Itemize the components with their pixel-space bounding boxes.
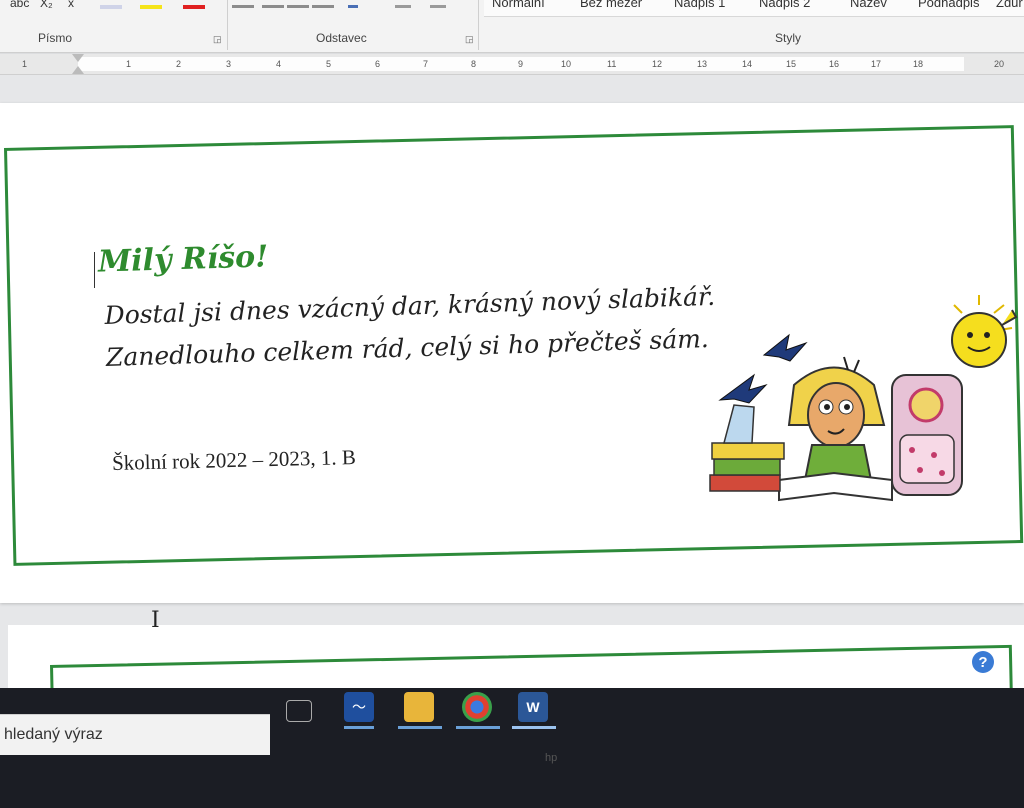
style-normal[interactable]: Normální <box>492 0 545 10</box>
shading-icon[interactable] <box>395 5 411 8</box>
font-dialog-launcher-icon[interactable]: ◲ <box>213 34 222 45</box>
ruler-tick: 12 <box>652 59 663 69</box>
chrome-running-indicator <box>456 726 500 729</box>
style-emphasis[interactable]: Zdůr <box>996 0 1023 10</box>
ruler-tick: 10 <box>561 59 572 69</box>
text-cursor <box>94 252 95 288</box>
style-no-spacing[interactable]: Bez mezer <box>580 0 642 10</box>
chrome-icon[interactable] <box>462 692 492 722</box>
ruler-tick: 1 <box>22 59 28 69</box>
book-stack-icon <box>709 404 785 492</box>
ruler-tick: 15 <box>786 59 797 69</box>
word-running-indicator <box>512 726 556 729</box>
backpack-icon <box>891 374 963 496</box>
ruler-tick: 3 <box>226 59 232 69</box>
style-heading-1[interactable]: Nadpis 1 <box>674 0 725 10</box>
file-explorer-icon[interactable] <box>404 692 434 722</box>
mouse-ibeam-cursor-icon: I <box>151 608 160 633</box>
ribbon-separator <box>227 0 228 50</box>
task-view-icon[interactable] <box>286 700 312 722</box>
hp-logo-icon: hp <box>545 752 558 764</box>
first-line-indent-marker[interactable] <box>72 54 84 62</box>
ruler-tick: 18 <box>913 59 924 69</box>
paragraph-dialog-launcher-icon[interactable]: ◲ <box>465 34 474 45</box>
ruler-tick: 6 <box>375 59 381 69</box>
ruler-tick: 13 <box>697 59 708 69</box>
line-spacing-icon[interactable] <box>348 5 358 8</box>
text-effect-icon[interactable] <box>100 5 122 9</box>
align-right-icon[interactable] <box>287 5 309 8</box>
strikethrough-icon[interactable]: abc <box>10 0 29 10</box>
edge-running-indicator <box>344 726 374 729</box>
font-color-icon[interactable] <box>183 5 205 9</box>
ruler-tick: 11 <box>607 59 617 69</box>
font-tools: abc X₂ x <box>0 0 480 14</box>
align-center-icon[interactable] <box>262 5 284 8</box>
clear-format-button[interactable]: x <box>68 0 74 10</box>
search-placeholder: hledaný výraz <box>4 726 103 743</box>
ribbon-separator <box>478 0 479 50</box>
word-icon[interactable]: W <box>518 692 548 722</box>
align-left-icon[interactable] <box>232 5 254 8</box>
hanging-indent-marker[interactable] <box>72 66 84 74</box>
sun-icon <box>951 295 1018 368</box>
edge-icon[interactable]: 〜 <box>344 692 374 722</box>
style-heading-2[interactable]: Nadpis 2 <box>759 0 810 10</box>
girl-icon <box>787 356 886 486</box>
group-label-styles: Styly <box>775 31 802 45</box>
group-label-paragraph: Odstavec <box>316 31 367 45</box>
justify-icon[interactable] <box>312 5 334 8</box>
highlight-color-icon[interactable] <box>140 5 162 9</box>
horizontal-ruler[interactable]: 1 1 2 3 4 5 6 7 8 9 10 11 12 13 14 15 16… <box>0 54 1024 75</box>
ruler-tick: 8 <box>471 59 477 69</box>
ruler-tick: 9 <box>518 59 524 69</box>
explorer-running-indicator <box>398 726 442 729</box>
greeting-heading[interactable]: Milý Ríšo! <box>97 239 268 279</box>
style-subtitle[interactable]: Podnadpis <box>918 0 979 10</box>
open-book-icon <box>778 471 893 502</box>
ruler-tick: 14 <box>742 59 753 69</box>
ruler-tick: 1 <box>126 59 132 69</box>
help-icon[interactable]: ? <box>972 651 994 673</box>
ruler-tick: 5 <box>326 59 332 69</box>
group-label-font: Písmo <box>38 31 73 45</box>
ruler-tick: 17 <box>871 59 882 69</box>
ruler-tick: 7 <box>423 59 429 69</box>
ribbon: abc X₂ x Písmo ◲ Odstavec ◲ Normální Bez… <box>0 0 1024 53</box>
ruler-tick: 2 <box>176 59 182 69</box>
taskbar-search-input[interactable]: hledaný výraz <box>0 714 270 755</box>
schoolgirl-clipart[interactable] <box>694 295 1024 520</box>
ruler-tick: 20 <box>994 59 1005 69</box>
styles-gallery: Normální Bez mezer Nadpis 1 Nadpis 2 Náz… <box>484 0 1024 17</box>
style-title[interactable]: Název <box>850 0 887 10</box>
ruler-tick: 4 <box>276 59 282 69</box>
borders-icon[interactable] <box>430 5 446 8</box>
ruler-tick: 16 <box>829 59 840 69</box>
subscript-button[interactable]: X₂ <box>40 0 53 10</box>
